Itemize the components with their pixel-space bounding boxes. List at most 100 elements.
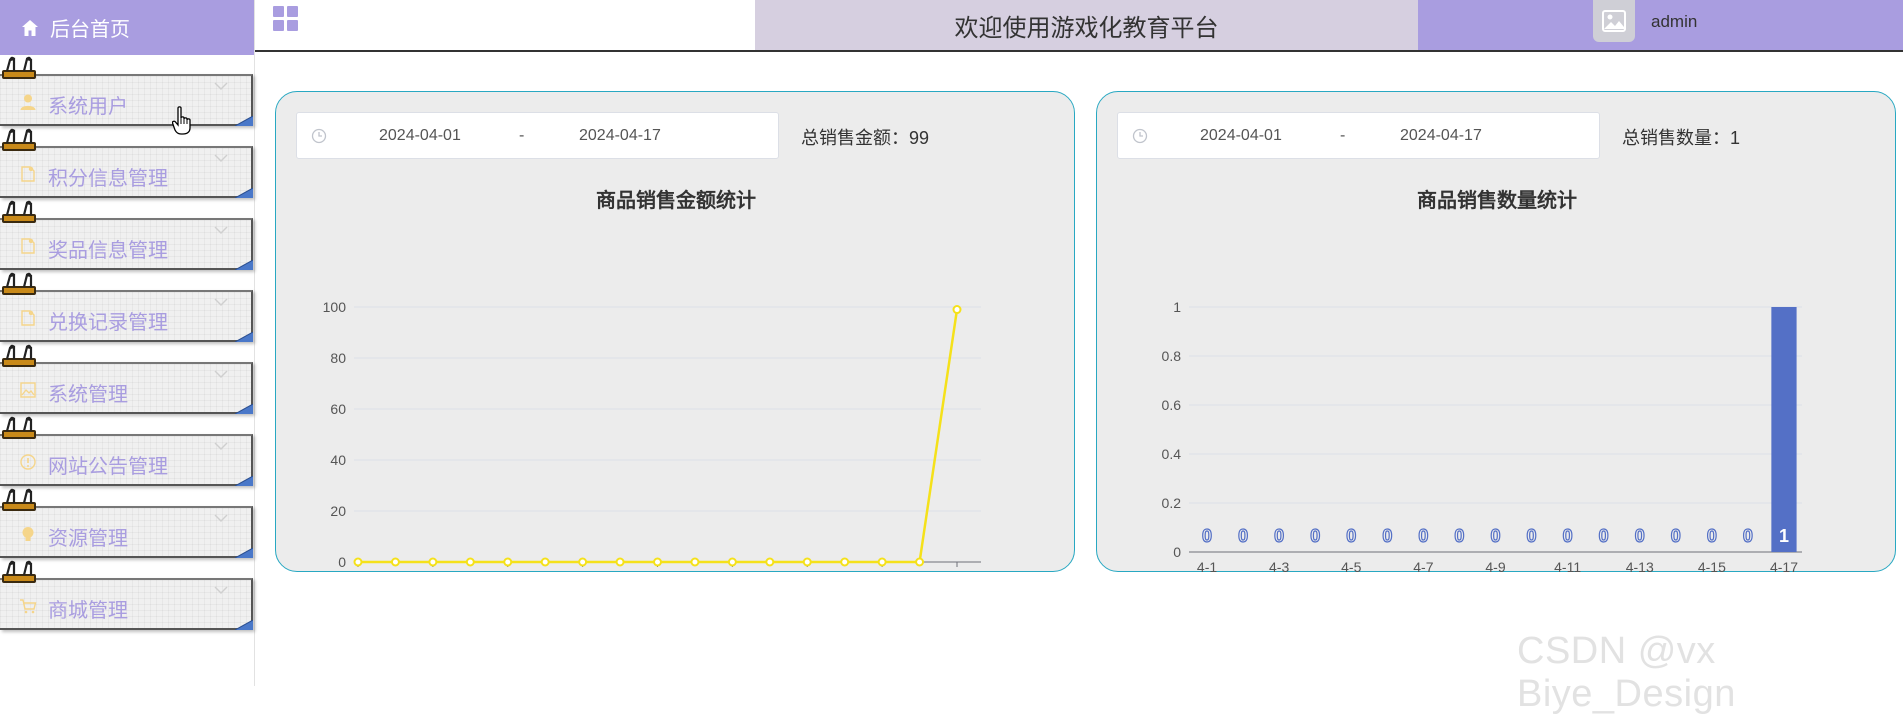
chevron-down-icon [214,298,228,306]
sidebar-menu-label: 积分信息管理 [48,168,168,190]
end-date: 2024-04-17 [1400,127,1482,144]
sidebar-menu-item[interactable]: 奖品信息管理 [0,200,253,270]
data-label: 0 [1599,526,1609,546]
sidebar: 后台首页 系统用户积分信息管理奖品信息管理兑换记录管理系统管理网站公告管理 资源管… [0,0,255,686]
sidebar-menu-label: 资源管理 [48,528,128,550]
x-tick-label: 4-1 [348,571,368,572]
data-label: 0 [1635,526,1645,546]
data-label: 0 [1563,526,1573,546]
data-label: 0 [1274,526,1284,546]
page-corner-icon [235,188,253,198]
data-point [727,557,737,567]
x-tick-label: 4-9 [647,571,667,572]
sidebar-menu-item[interactable]: 网站公告管理 [0,416,253,486]
data-label: 0 [1490,526,1500,546]
picture-icon [20,382,36,398]
y-tick-label: 100 [323,299,347,315]
data-label: 0 [1418,526,1428,546]
binder-clip-icon [2,560,36,583]
sales-amount-card: 2024-04-01 - 2024-04-17 总销售金额：99 0 20 40 60… [275,91,1075,572]
sidebar-menu-item[interactable]: 商城管理 [0,560,253,630]
sidebar-menu-item[interactable]: 积分信息管理 [0,128,253,198]
data-label: 0 [1743,526,1753,546]
x-tick-label: 4-11 [1554,559,1581,572]
username[interactable]: admin [1651,12,1697,32]
x-tick-label: 4-7 [573,571,593,572]
data-label: 0 [1527,526,1537,546]
data-point [503,557,513,567]
total-sales-quantity: 总销售数量：1 [1622,128,1741,148]
data-label: 0 [1310,526,1320,546]
page-corner-icon [235,476,253,486]
sidebar-menu-item[interactable]: 资源管理 [0,488,253,558]
y-tick-label: 1 [1173,299,1181,315]
chevron-down-icon [214,514,228,522]
sidebar-menu-item[interactable]: 系统管理 [0,344,253,414]
header-title-bar: 欢迎使用游戏化教育平台 [755,0,1418,50]
bar [1771,307,1797,552]
data-point [765,557,775,567]
info-icon [20,454,36,470]
start-date: 2024-04-01 [379,127,461,144]
grid-menu-icon[interactable] [273,6,299,32]
y-tick-label: 0.4 [1162,446,1182,462]
start-date: 2024-04-01 [1200,127,1282,144]
document-icon [21,166,35,182]
data-point [428,557,438,567]
chart-title: 商品销售金额统计 [596,188,756,212]
data-point [465,557,475,567]
page-corner-icon [235,404,253,414]
binder-clip-icon [2,488,36,511]
y-tick-label: 80 [330,350,346,366]
x-tick-label: 4-15 [868,571,896,572]
x-tick-label: 4-9 [1485,559,1505,572]
binder-clip-icon [2,128,36,151]
sales-amount-chart: 0 20 40 60 80 100 4-1 4-3 4-5 4-7 4-9 4-11 4-13 4-15 4… [323,188,981,572]
y-tick-label: 0 [338,554,346,570]
data-point [877,557,887,567]
page-corner-icon [235,116,253,126]
data-label: 0 [1346,526,1356,546]
date-separator: - [1340,127,1346,144]
chevron-down-icon [214,226,228,234]
data-label: 0 [1454,526,1464,546]
sidebar-home-link[interactable]: 后台首页 [0,0,254,55]
sidebar-home-label: 后台首页 [50,19,130,41]
x-tick-label: 4-13 [793,571,821,572]
avatar[interactable] [1593,0,1635,42]
data-point [802,557,812,567]
sidebar-menu-label: 兑换记录管理 [48,312,168,334]
hand-cursor-icon [172,106,191,135]
data-label: 0 [1707,526,1717,546]
total-sales-amount: 总销售金额：99 [801,128,930,148]
user-icon [20,94,36,110]
binder-clip-icon [2,344,36,367]
data-point [390,557,400,567]
page-corner-icon [235,620,253,630]
sidebar-menu-item[interactable]: 兑换记录管理 [0,272,253,342]
chevron-down-icon [214,154,228,162]
x-tick-label: 4-13 [1626,559,1654,572]
sidebar-menu-label: 系统用户 [48,96,128,118]
chevron-down-icon [214,586,228,594]
cart-icon [20,599,37,614]
date-range-picker[interactable]: 2024-04-01 - 2024-04-17 [296,112,779,159]
watermark: CSDN @vx Biye_Design [1517,630,1736,715]
document-icon [21,238,35,254]
sidebar-menu-label: 网站公告管理 [48,456,168,478]
page-corner-icon [235,548,253,558]
data-point [915,557,925,567]
y-tick-label: 60 [330,401,346,417]
data-label: 0 [1671,526,1681,546]
header-user-area: admin [1418,0,1903,50]
x-tick-label: 4-15 [1698,559,1726,572]
date-range-picker[interactable]: 2024-04-01 - 2024-04-17 [1117,112,1600,159]
data-point [840,557,850,567]
sales-quantity-chart: 0 0.2 0.4 0.6 0.8 1 4-1 0 0 4-3 0 0 4-5 0 0 4-7 0 0 4-9 0 0 4… [1162,188,1802,572]
series-line [358,309,959,564]
data-point [615,557,625,567]
y-tick-label: 40 [330,452,346,468]
sidebar-menu-item[interactable]: 系统用户 [0,56,253,126]
y-tick-label: 0.6 [1162,397,1182,413]
binder-clip-icon [2,272,36,295]
